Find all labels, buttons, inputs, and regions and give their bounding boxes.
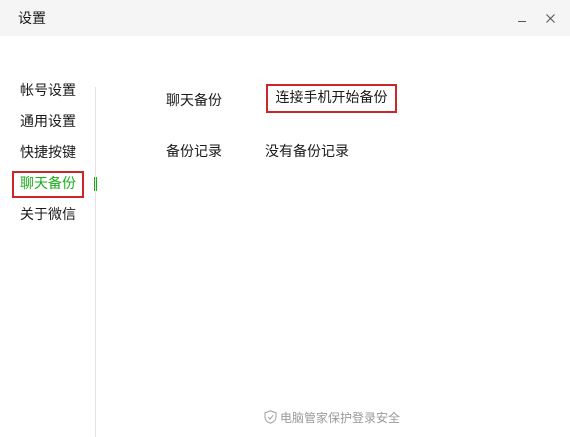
sidebar-divider: [95, 87, 96, 437]
window-title: 设置: [18, 11, 46, 27]
sidebar-item-chat-backup[interactable]: 聊天备份: [20, 174, 76, 194]
security-footer-text: 电脑管家保护登录安全: [280, 410, 401, 425]
minimize-button[interactable]: [514, 10, 530, 26]
chat-backup-label: 聊天备份: [166, 93, 222, 109]
title-bar[interactable]: 设置: [0, 0, 570, 36]
close-button[interactable]: [542, 10, 558, 26]
sidebar-item-general-settings[interactable]: 通用设置: [20, 112, 76, 132]
start-backup-button[interactable]: 连接手机开始备份: [266, 84, 397, 113]
sidebar-item-shortcuts[interactable]: 快捷按键: [20, 143, 76, 163]
security-footer: 电脑管家保护登录安全: [264, 408, 400, 426]
shield-icon: [264, 410, 277, 424]
backup-record-label: 备份记录: [166, 144, 222, 160]
close-icon: [545, 13, 555, 23]
sidebar-item-about-wechat[interactable]: 关于微信: [20, 205, 76, 225]
backup-record-value: 没有备份记录: [265, 144, 349, 160]
settings-window: 设置 帐号设置 通用设置 快捷按键 聊天备份 关于微信 聊天备份 连接手机开始备…: [0, 0, 570, 437]
minimize-icon: [518, 20, 526, 22]
sidebar-item-account-settings[interactable]: 帐号设置: [20, 81, 76, 101]
